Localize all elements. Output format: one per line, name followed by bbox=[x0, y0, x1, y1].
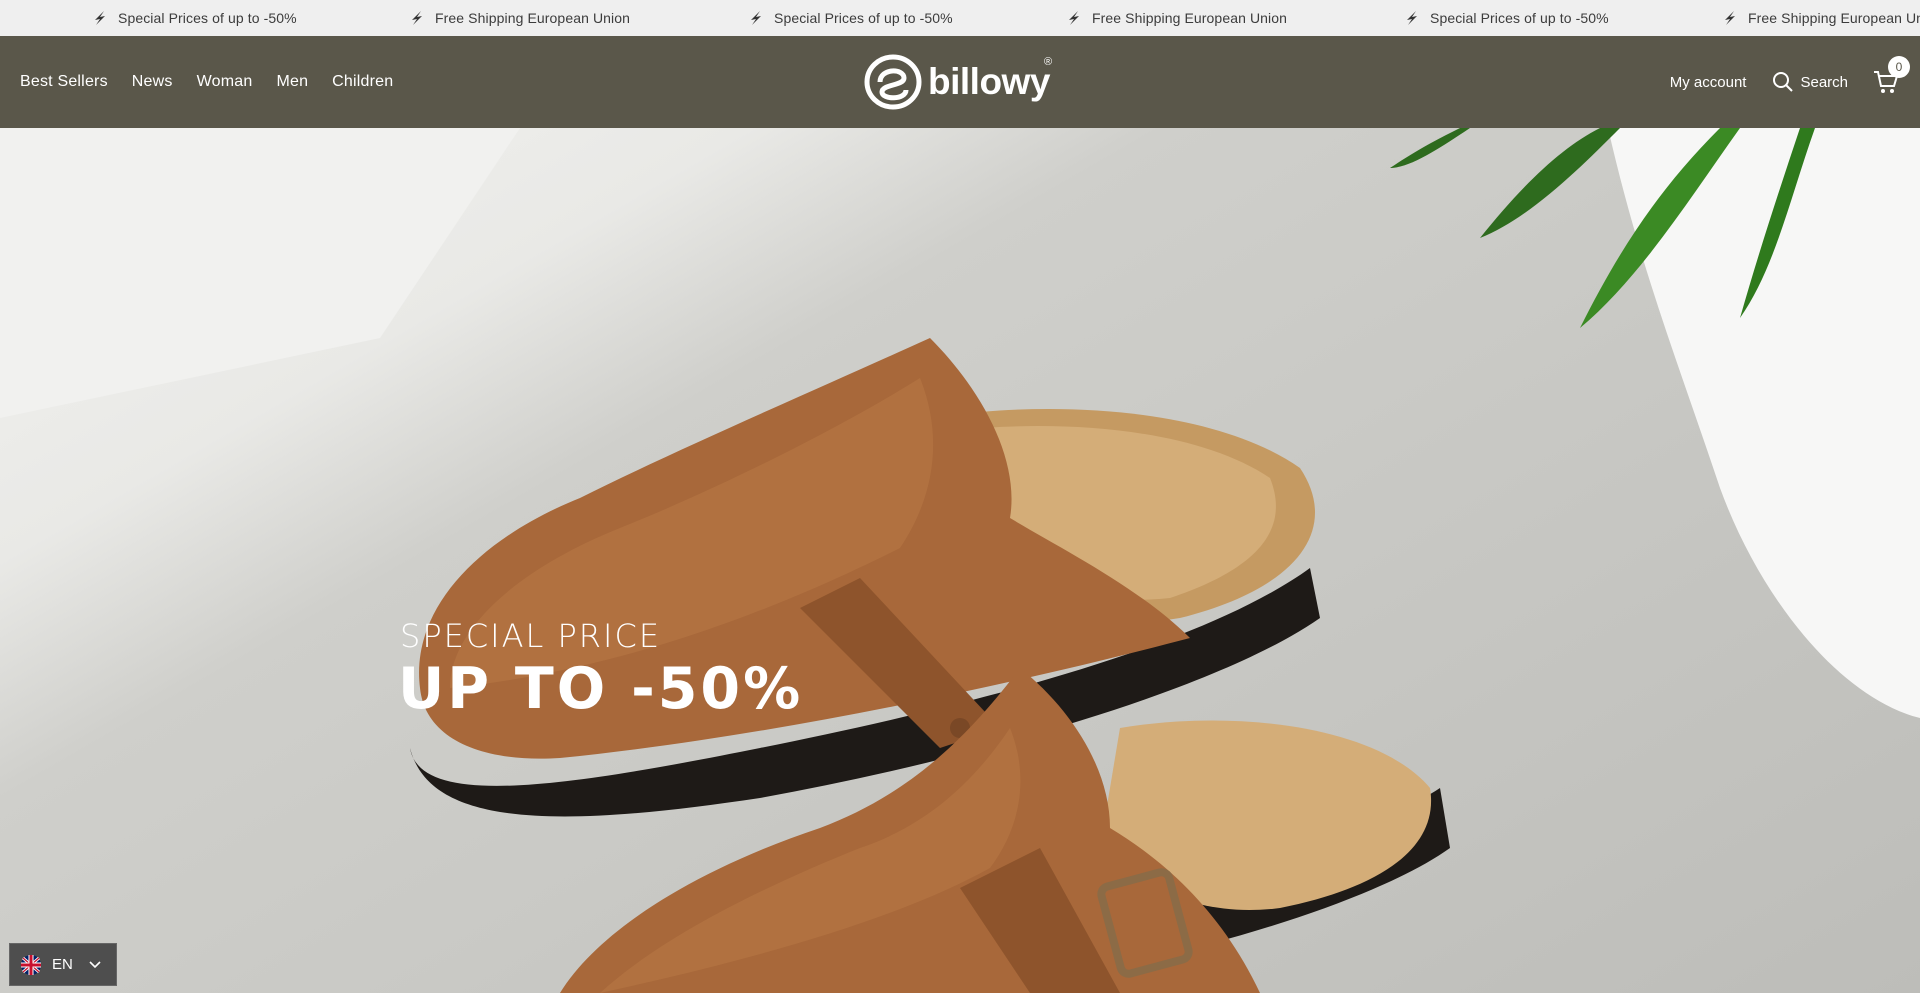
nav-children[interactable]: Children bbox=[332, 73, 393, 91]
hero-banner[interactable]: SPECIAL PRICE UP TO -50% bbox=[0, 128, 1920, 993]
cart-count-badge: 0 bbox=[1888, 56, 1910, 78]
lightning-icon bbox=[751, 11, 761, 25]
nav-men[interactable]: Men bbox=[276, 73, 308, 91]
language-code: EN bbox=[52, 956, 73, 973]
language-selector[interactable]: EN bbox=[9, 943, 117, 986]
announcement-item: Free Shipping European Union bbox=[409, 0, 630, 36]
announcement-item: Free Shipping European Union bbox=[1066, 0, 1287, 36]
logo-mark-icon bbox=[864, 54, 922, 110]
main-nav: Best Sellers News Woman Men Children bbox=[20, 36, 393, 128]
announcement-item: Special Prices of up to -50% bbox=[92, 0, 297, 36]
hero-title: UP TO -50% bbox=[398, 656, 804, 722]
announcement-item: Special Prices of up to -50% bbox=[748, 0, 953, 36]
search-label: Search bbox=[1800, 73, 1848, 91]
hero-subtitle: SPECIAL PRICE bbox=[400, 617, 662, 655]
announcement-item: Special Prices of up to -50% bbox=[1404, 0, 1609, 36]
lightning-icon bbox=[1407, 11, 1417, 25]
header-actions: My account Search 0 bbox=[1670, 36, 1910, 128]
chevron-down-icon bbox=[89, 960, 101, 968]
lightning-icon bbox=[1725, 11, 1735, 25]
lightning-icon bbox=[1069, 11, 1079, 25]
registered-mark: ® bbox=[1044, 56, 1053, 68]
announcement-bar: Special Prices of up to -50% Free Shippi… bbox=[0, 0, 1920, 36]
hero-image bbox=[0, 128, 1920, 993]
search-button[interactable]: Search bbox=[1772, 71, 1848, 93]
announcement-item: Free Shipping European Uni bbox=[1722, 0, 1920, 36]
logo-text: billowy bbox=[928, 61, 1050, 102]
uk-flag-icon bbox=[21, 954, 41, 975]
nav-best-sellers[interactable]: Best Sellers bbox=[20, 73, 108, 91]
lightning-icon bbox=[412, 11, 422, 25]
lightning-icon bbox=[95, 11, 105, 25]
site-header: Best Sellers News Woman Men Children bil… bbox=[0, 36, 1920, 128]
nav-woman[interactable]: Woman bbox=[197, 73, 253, 91]
search-icon bbox=[1773, 72, 1794, 92]
my-account-link[interactable]: My account bbox=[1670, 74, 1747, 91]
logo[interactable]: billowy ® bbox=[864, 54, 1060, 110]
cart-button[interactable]: 0 bbox=[1872, 56, 1910, 96]
nav-news[interactable]: News bbox=[132, 73, 173, 91]
